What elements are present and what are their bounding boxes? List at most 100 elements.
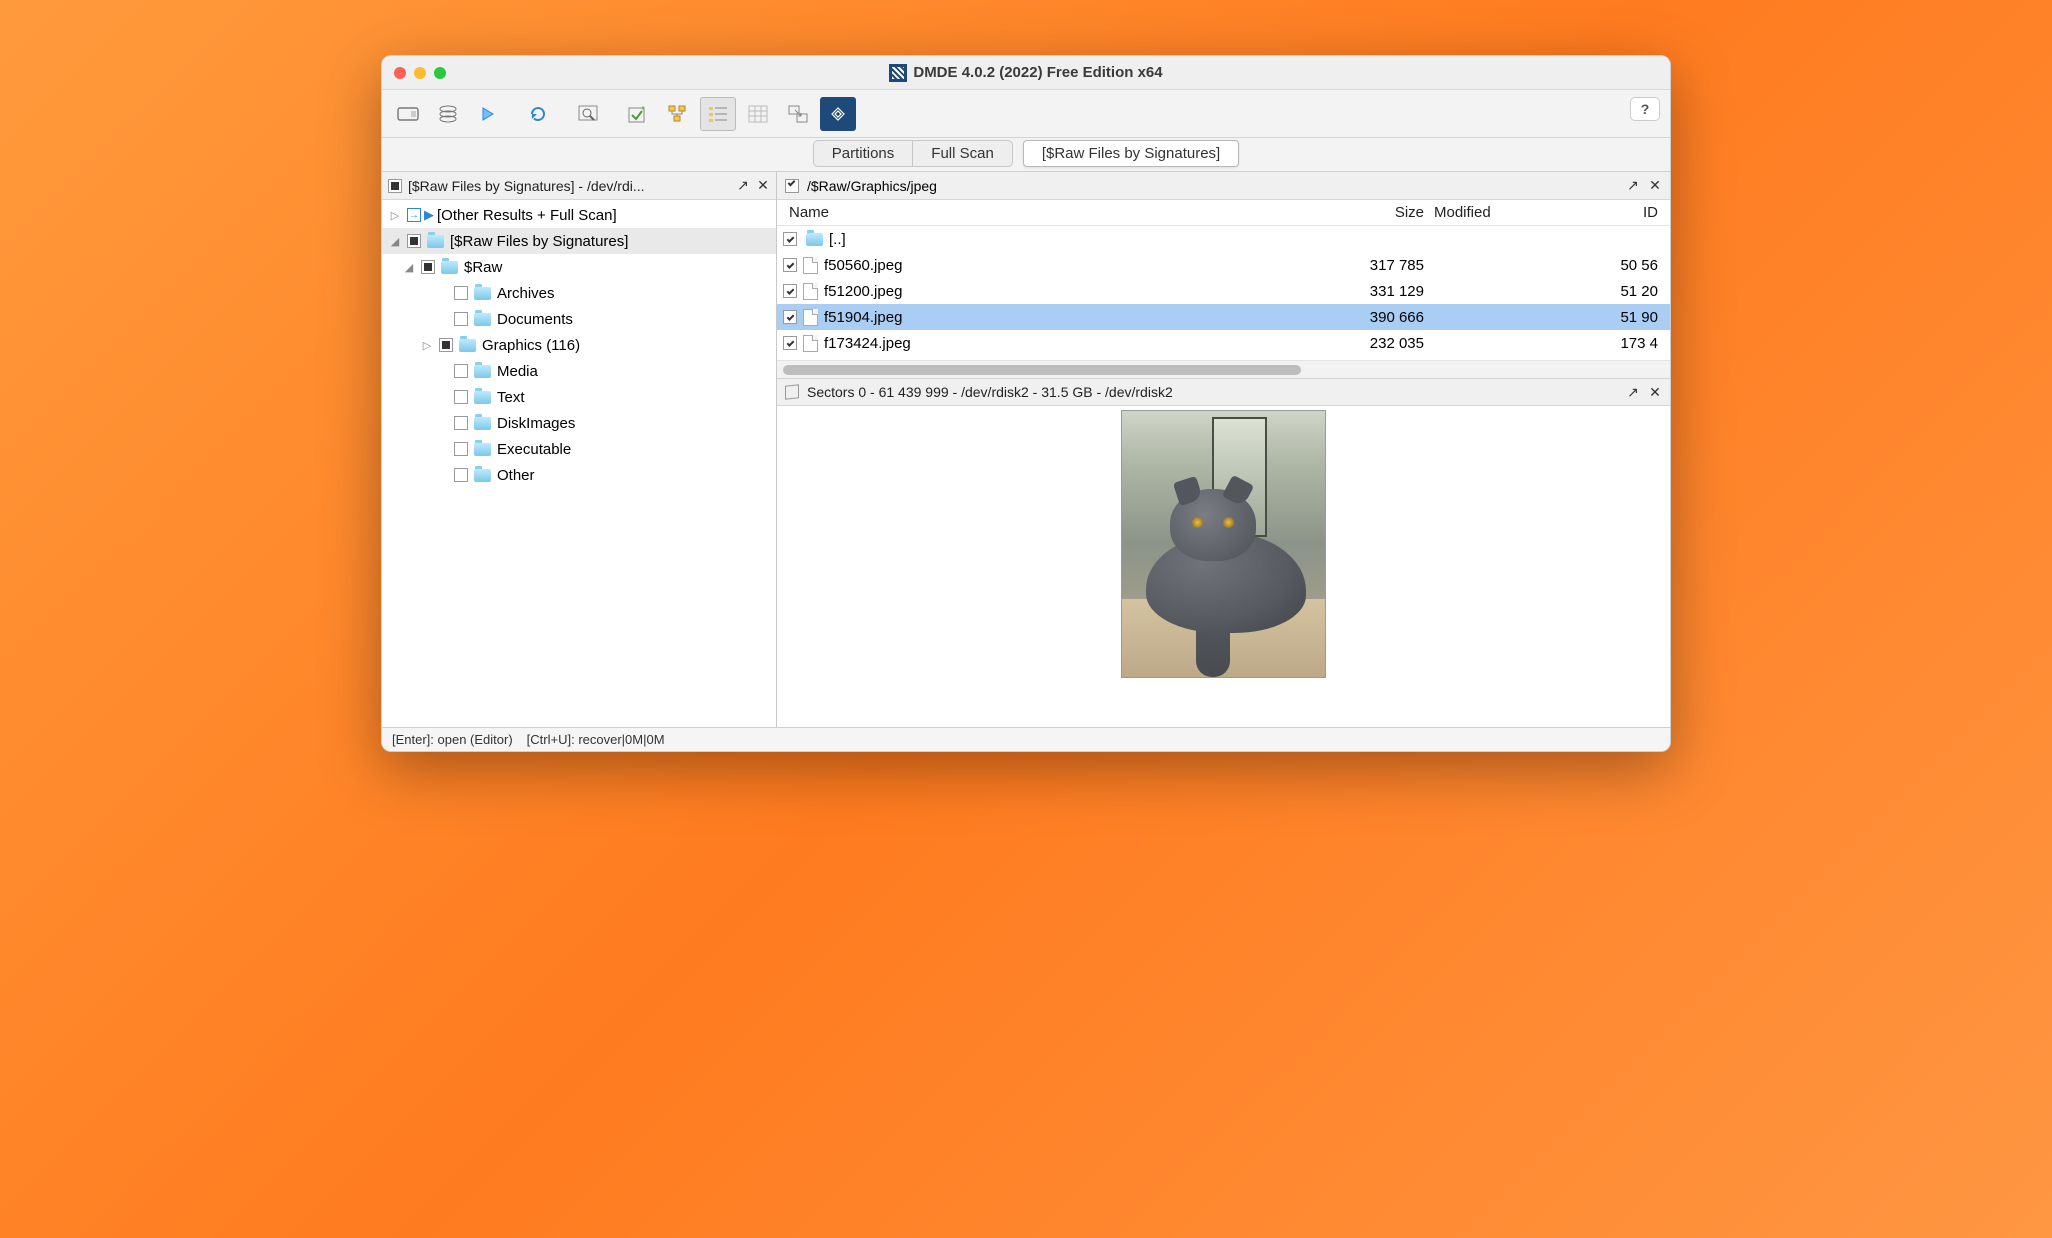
file-row[interactable]: f51200.jpeg331 12951 20 [777, 278, 1670, 304]
checkbox-icon[interactable] [454, 468, 468, 482]
search-sectors-button[interactable] [570, 97, 606, 131]
preview-image [1121, 410, 1326, 678]
tree-label: [$Raw Files by Signatures] [450, 233, 628, 250]
checkbox-icon[interactable] [783, 310, 797, 324]
window-title-text: DMDE 4.0.2 (2022) Free Edition x64 [913, 64, 1162, 81]
file-name: f50560.jpeg [824, 257, 1314, 274]
app-logo-icon [889, 64, 907, 82]
expand-icon[interactable]: ↗ [1626, 179, 1640, 193]
folder-icon [441, 261, 458, 274]
expand-icon[interactable]: ↗ [1626, 385, 1640, 399]
preview-header: Sectors 0 - 61 439 999 - /dev/rdisk2 - 3… [777, 378, 1670, 406]
tree-executable[interactable]: Executable [382, 436, 776, 462]
checkbox-icon[interactable] [454, 286, 468, 300]
checkbox-icon[interactable] [454, 416, 468, 430]
file-panel-header: /$Raw/Graphics/jpeg ↗ ✕ [777, 172, 1670, 200]
tree-label: [Other Results + Full Scan] [437, 207, 617, 224]
tree-graphics[interactable]: ▷ Graphics (116) [382, 332, 776, 358]
refresh-button[interactable] [520, 97, 556, 131]
folder-icon [459, 339, 476, 352]
file-path: /$Raw/Graphics/jpeg [807, 178, 1618, 194]
disk-list-button[interactable] [430, 97, 466, 131]
tree-view-button[interactable] [660, 97, 696, 131]
checkbox-icon[interactable] [454, 364, 468, 378]
tree-panel-title: [$Raw Files by Signatures] - /dev/rdi... [408, 178, 730, 194]
folder-icon [474, 287, 491, 300]
col-size[interactable]: Size [1314, 204, 1434, 221]
tree-archives[interactable]: Archives [382, 280, 776, 306]
preview-title: Sectors 0 - 61 439 999 - /dev/rdisk2 - 3… [807, 384, 1618, 400]
status-open: [Enter]: open (Editor) [392, 732, 513, 747]
tree-other[interactable]: Other [382, 462, 776, 488]
tree-text[interactable]: Text [382, 384, 776, 410]
file-id: 51 90 [1584, 309, 1664, 326]
file-row[interactable]: f51904.jpeg390 66651 90 [777, 304, 1670, 330]
checkbox-icon[interactable] [783, 232, 797, 246]
tab-group: Partitions Full Scan [813, 140, 1013, 167]
folder-icon [474, 469, 491, 482]
expand-icon[interactable]: ↗ [736, 179, 750, 193]
tab-partitions[interactable]: Partitions [814, 141, 914, 166]
tree-raw[interactable]: ◢ $Raw [382, 254, 776, 280]
col-name[interactable]: Name [783, 204, 1314, 221]
close-panel-icon[interactable]: ✕ [756, 179, 770, 193]
apply-new-button[interactable] [620, 97, 656, 131]
folder-icon [474, 313, 491, 326]
tree-header-checkbox[interactable] [388, 179, 402, 193]
tree-label: Text [497, 389, 525, 406]
checkbox-icon[interactable] [783, 336, 797, 350]
folder-icon [427, 235, 444, 248]
file-rows: [..] f50560.jpeg317 78550 56f51200.jpeg3… [777, 226, 1670, 356]
file-size: 331 129 [1314, 283, 1434, 300]
checkbox-icon[interactable] [454, 390, 468, 404]
tree-other-results[interactable]: ▷ → ▶ [Other Results + Full Scan] [382, 202, 776, 228]
folder-icon [806, 233, 823, 246]
tree-raw-signatures[interactable]: ◢ [$Raw Files by Signatures] [382, 228, 776, 254]
file-row-parent[interactable]: [..] [777, 226, 1670, 252]
col-modified[interactable]: Modified [1434, 204, 1584, 221]
tab-bar: Partitions Full Scan [$Raw Files by Sign… [382, 138, 1670, 172]
help-button[interactable]: ? [1630, 97, 1660, 121]
main-content: [$Raw Files by Signatures] - /dev/rdi...… [382, 172, 1670, 727]
checkbox-icon[interactable] [454, 312, 468, 326]
tab-raw-signatures[interactable]: [$Raw Files by Signatures] [1023, 140, 1239, 167]
close-icon[interactable]: ✕ [1648, 385, 1662, 399]
tree-media[interactable]: Media [382, 358, 776, 384]
list-view-button[interactable] [700, 97, 736, 131]
tree-label: Archives [497, 285, 555, 302]
tree-label: Executable [497, 441, 571, 458]
file-header-checkbox[interactable] [785, 179, 799, 193]
tree-label: DiskImages [497, 415, 575, 432]
checkbox-icon[interactable] [454, 442, 468, 456]
checkbox-icon[interactable] [439, 338, 453, 352]
tree-diskimages[interactable]: DiskImages [382, 410, 776, 436]
checkbox-icon[interactable] [407, 234, 421, 248]
checkbox-icon[interactable] [783, 258, 797, 272]
checkbox-icon[interactable] [783, 284, 797, 298]
tree-label: Graphics (116) [482, 337, 580, 354]
tree-panel: [$Raw Files by Signatures] - /dev/rdi...… [382, 172, 777, 727]
folder-icon [474, 417, 491, 430]
window-title: DMDE 4.0.2 (2022) Free Edition x64 [382, 64, 1670, 82]
tab-full-scan[interactable]: Full Scan [913, 141, 1012, 166]
toolbar: ? [382, 90, 1670, 138]
status-recover: [Ctrl+U]: recover|0M|0M [527, 732, 665, 747]
file-size: 232 035 [1314, 335, 1434, 352]
horizontal-scrollbar[interactable] [777, 360, 1670, 378]
file-id: 51 20 [1584, 283, 1664, 300]
grid-view-button[interactable] [740, 97, 776, 131]
file-icon [803, 257, 818, 274]
play-button[interactable] [470, 97, 506, 131]
dmde-logo-button[interactable] [820, 97, 856, 131]
titlebar: DMDE 4.0.2 (2022) Free Edition x64 [382, 56, 1670, 90]
file-row[interactable]: f50560.jpeg317 78550 56 [777, 252, 1670, 278]
open-disk-button[interactable] [390, 97, 426, 131]
close-icon[interactable]: ✕ [1648, 179, 1662, 193]
file-row[interactable]: f173424.jpeg232 035173 4 [777, 330, 1670, 356]
checkbox-icon[interactable] [421, 260, 435, 274]
tree-documents[interactable]: Documents [382, 306, 776, 332]
recover-button[interactable] [780, 97, 816, 131]
file-icon [803, 283, 818, 300]
col-id[interactable]: ID [1584, 204, 1664, 221]
play-icon: ▶ [424, 207, 434, 223]
